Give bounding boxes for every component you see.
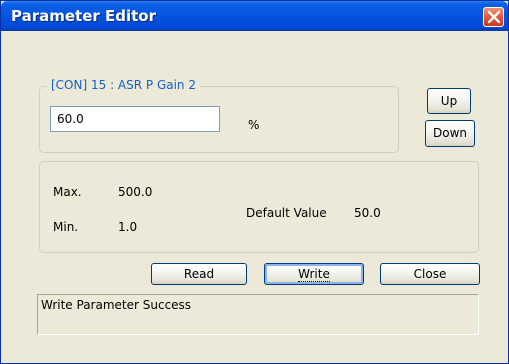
close-window-button[interactable]: [483, 7, 504, 27]
write-button[interactable]: Write: [264, 263, 364, 285]
up-button[interactable]: Up: [427, 88, 471, 114]
title-bar[interactable]: Parameter Editor: [1, 1, 508, 31]
min-value: 1.0: [118, 220, 138, 234]
close-icon: [487, 10, 501, 24]
read-button[interactable]: Read: [151, 263, 247, 285]
parameter-legend: [CON] 15 : ASR P Gain 2: [47, 78, 200, 92]
unit-label: %: [248, 118, 260, 132]
min-label: Min.: [53, 220, 79, 234]
status-box: Write Parameter Success: [37, 294, 479, 335]
parameter-value-input[interactable]: [50, 106, 220, 132]
write-button-label: Write: [298, 267, 330, 282]
window-title: Parameter Editor: [11, 7, 156, 25]
parameter-editor-window: Parameter Editor [CON] 15 : ASR P Gain 2…: [0, 0, 509, 364]
max-label: Max.: [53, 185, 82, 199]
max-value: 500.0: [118, 185, 153, 199]
default-value: 50.0: [354, 206, 381, 220]
close-button[interactable]: Close: [380, 263, 480, 285]
default-value-label: Default Value: [246, 206, 327, 220]
status-message: Write Parameter Success: [41, 298, 192, 312]
down-button[interactable]: Down: [425, 120, 475, 147]
